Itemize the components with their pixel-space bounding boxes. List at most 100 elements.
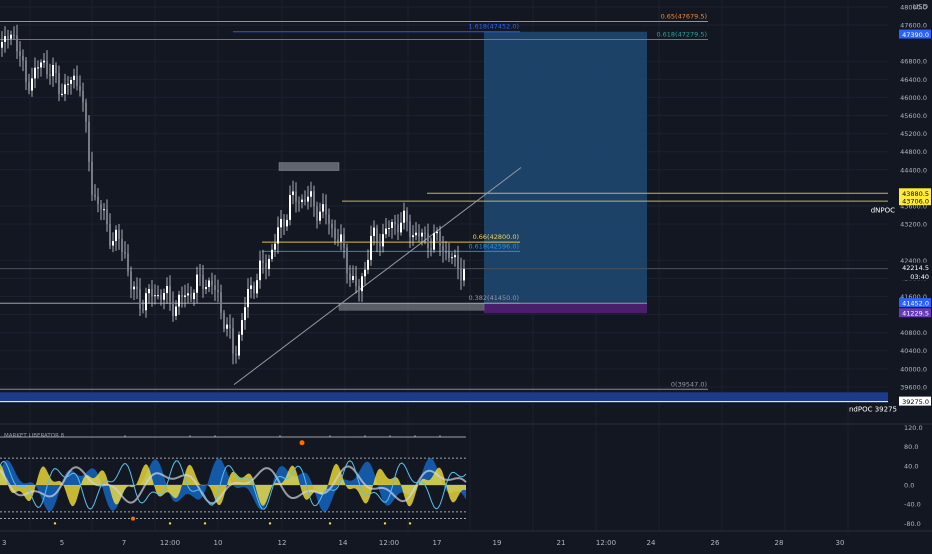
osc-marker xyxy=(168,522,172,525)
candle-body xyxy=(301,199,303,203)
candle-body xyxy=(271,249,273,259)
osc-tick-label: 0.0 xyxy=(904,482,914,490)
price-tick-label: 45200.0 xyxy=(900,130,927,138)
candle-body xyxy=(382,234,384,247)
candle-body xyxy=(433,233,435,250)
osc-marker xyxy=(268,522,272,525)
time-tick-label: 10 xyxy=(214,539,223,547)
candle-body xyxy=(397,224,399,233)
osc-marker xyxy=(214,435,216,437)
price-tick-label: 44800.0 xyxy=(900,148,927,156)
candle-body xyxy=(334,228,336,240)
time-tick-label: 3 xyxy=(2,539,6,547)
time-tick-label: 7 xyxy=(122,539,126,547)
candle-body xyxy=(178,294,180,307)
candle-body xyxy=(277,227,279,244)
osc-marker xyxy=(329,435,331,437)
candle-body xyxy=(256,280,258,294)
candle-body xyxy=(7,36,9,39)
candle-body xyxy=(226,324,228,329)
price-axis[interactable]: USD48000.047600.046800.046400.046000.045… xyxy=(849,0,932,550)
price-tick-label: 43200.0 xyxy=(900,221,927,229)
candle-body xyxy=(202,275,204,290)
candle-body xyxy=(118,229,120,240)
price-badge-label: 42214.5 xyxy=(902,264,929,272)
osc-marker xyxy=(279,435,281,437)
price-tick-label: 48000.0 xyxy=(900,3,927,11)
dnpoc-label: dNPOC xyxy=(871,207,895,215)
candle-body xyxy=(160,295,162,300)
osc-marker xyxy=(364,435,366,437)
range-box[interactable] xyxy=(278,162,340,171)
candle-body xyxy=(124,251,126,254)
candle-body xyxy=(349,273,351,280)
candle-body xyxy=(19,51,21,57)
oscillator-pane[interactable]: MARKET LIBERATOR 8 120.0 80.0 40.0 0.0 -40.0 -… xyxy=(0,423,932,528)
candle-body xyxy=(307,196,309,202)
candle-body xyxy=(4,36,6,42)
candle-body xyxy=(364,269,366,277)
range-box[interactable] xyxy=(338,302,485,311)
candle-body xyxy=(142,309,144,311)
candle-body xyxy=(127,253,129,272)
candle-body xyxy=(442,245,444,252)
long-position-tool[interactable] xyxy=(484,31,647,314)
trendline[interactable] xyxy=(233,167,522,386)
candle-body xyxy=(58,72,60,94)
candle-body xyxy=(292,191,294,196)
candle-body xyxy=(130,271,132,290)
profit-zone[interactable] xyxy=(484,31,647,304)
time-tick-label: 5 xyxy=(60,539,64,547)
candle-body xyxy=(121,239,123,252)
time-tick-label: 30 xyxy=(836,539,845,547)
candle-body xyxy=(262,260,264,263)
candle-body xyxy=(55,65,57,73)
candle-body xyxy=(76,75,78,87)
candle-body xyxy=(175,306,177,317)
candle-body xyxy=(211,280,213,286)
demand-zone[interactable] xyxy=(0,392,888,403)
candle-body xyxy=(331,223,333,229)
osc-dot xyxy=(299,440,305,446)
candle-body xyxy=(391,222,393,229)
time-tick-label: 12:00 xyxy=(160,539,180,547)
candle-body xyxy=(208,280,210,287)
candle-body xyxy=(325,204,327,215)
candle-body xyxy=(16,35,18,52)
osc-marker xyxy=(189,435,191,437)
price-tick-label: 46000.0 xyxy=(900,94,927,102)
candle-body xyxy=(190,293,192,300)
fib-label: 0.66(42800.0) xyxy=(473,233,519,241)
time-tick-label: 28 xyxy=(775,539,784,547)
osc-marker xyxy=(203,522,207,525)
candle-body xyxy=(238,334,240,356)
candle-body xyxy=(352,276,354,280)
candle-body xyxy=(463,269,465,281)
osc-dot xyxy=(131,516,135,521)
candle-body xyxy=(385,228,387,235)
price-tick-label: 46400.0 xyxy=(900,76,927,84)
candle-body xyxy=(154,295,156,297)
price-tick-label: 45600.0 xyxy=(900,112,927,120)
candle-body xyxy=(361,276,363,292)
time-axis[interactable]: 3 5 7 12:00 10 12 14 12:00 17 19 21 12:00 24 26 28 30 xyxy=(0,530,932,547)
candle-body xyxy=(136,286,138,290)
stop-zone[interactable] xyxy=(484,303,647,314)
chart-canvas[interactable]: 0.65(47679.5) 1.618(47452.0) 0.618(47279.5… xyxy=(0,0,932,550)
candle-body xyxy=(94,194,96,197)
candle-body xyxy=(214,285,216,291)
candle-body xyxy=(232,328,234,354)
candle-body xyxy=(61,93,63,95)
candle-body xyxy=(412,235,414,238)
candle-body xyxy=(319,211,321,221)
time-tick-label: 21 xyxy=(557,539,566,547)
candle-body xyxy=(43,60,45,63)
candle-body xyxy=(346,247,348,274)
osc-marker xyxy=(328,522,332,525)
candle-body xyxy=(340,234,342,242)
price-tick-label: 46800.0 xyxy=(900,58,927,66)
candle-body xyxy=(52,65,54,77)
candle-body xyxy=(31,78,33,91)
candle-body xyxy=(409,221,411,238)
osc-tick-label: 80.0 xyxy=(904,443,918,451)
